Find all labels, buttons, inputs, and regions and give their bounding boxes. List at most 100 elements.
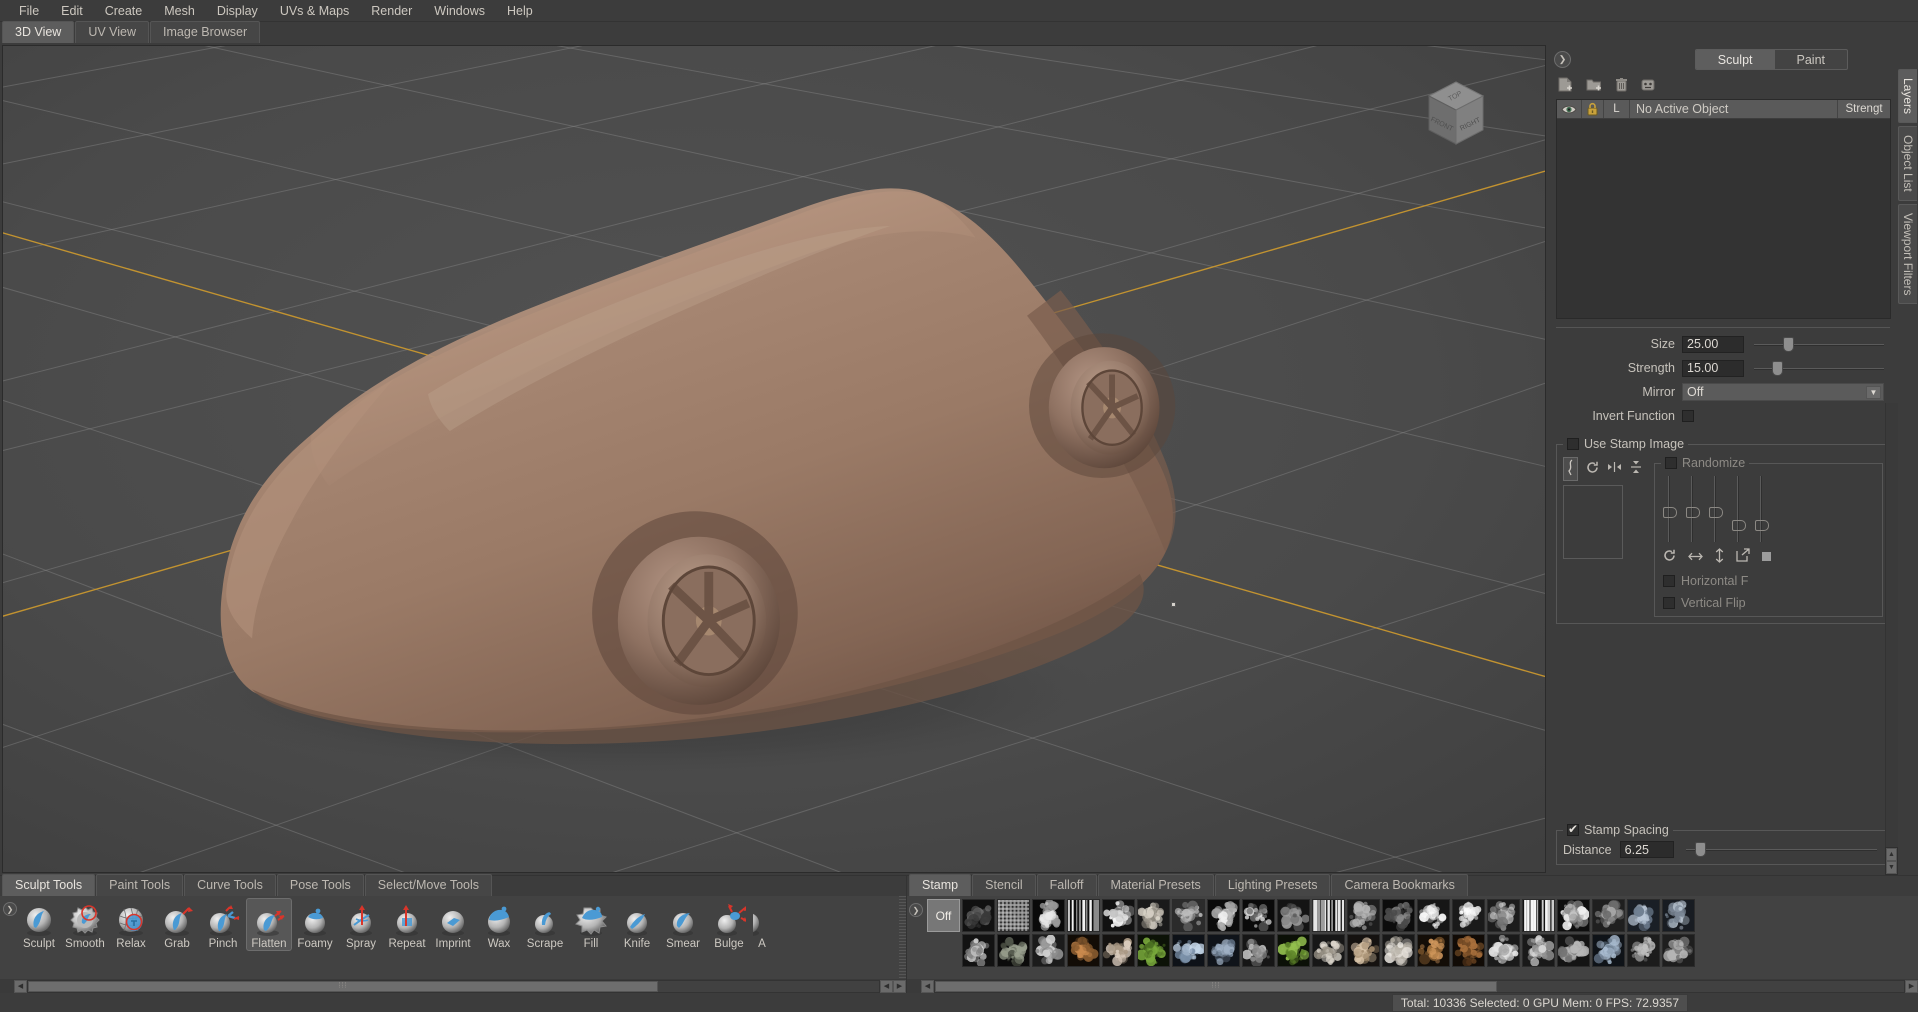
- size-input[interactable]: [1682, 335, 1744, 353]
- stamp-thumbnail[interactable]: [962, 899, 995, 932]
- layer-name[interactable]: No Active Object: [1630, 100, 1838, 118]
- randomize-horizontal-slider[interactable]: [1686, 475, 1700, 542]
- mode-sculpt-button[interactable]: Sculpt: [1695, 50, 1775, 69]
- strength-input[interactable]: [1682, 359, 1744, 377]
- tab-uv-view[interactable]: UV View: [75, 21, 150, 43]
- mask-icon[interactable]: [1641, 77, 1655, 93]
- tab-falloff[interactable]: Falloff: [1036, 874, 1097, 896]
- menu-item-edit[interactable]: Edit: [50, 0, 94, 22]
- tab-curve-tools[interactable]: Curve Tools: [184, 874, 276, 896]
- right-dock-scrollbar[interactable]: ▲ ▼: [1885, 403, 1898, 875]
- stamp-thumbnail[interactable]: [1347, 934, 1380, 967]
- distance-slider[interactable]: [1685, 841, 1877, 858]
- tool-knife[interactable]: Knife: [614, 898, 660, 951]
- invert-function-checkbox[interactable]: [1682, 410, 1694, 422]
- randomize-rotation-slider[interactable]: [1663, 475, 1677, 542]
- horizontal-flip-checkbox[interactable]: [1663, 574, 1675, 587]
- menu-item-windows[interactable]: Windows: [423, 0, 496, 22]
- stamp-thumbnail[interactable]: [1277, 934, 1310, 967]
- stamp-thumbnail[interactable]: [1487, 934, 1520, 967]
- 3d-viewport[interactable]: TOP FRONT RIGHT: [2, 45, 1546, 873]
- size-slider[interactable]: [1754, 336, 1884, 353]
- randomize-scale-slider[interactable]: [1732, 475, 1746, 542]
- tool-smooth[interactable]: Smooth: [62, 898, 108, 951]
- collapse-toolshelf-icon[interactable]: ❯: [3, 902, 17, 916]
- scroll-left-button-2[interactable]: ◀: [880, 979, 893, 993]
- stamp-thumbnail[interactable]: [1172, 934, 1205, 967]
- chevron-down-icon[interactable]: ▼: [1866, 386, 1881, 399]
- stamp-thumbnail[interactable]: [1137, 899, 1170, 932]
- vtab-layers[interactable]: Layers: [1898, 69, 1917, 124]
- collapse-panel-icon[interactable]: ❯: [1554, 51, 1571, 68]
- menu-item-display[interactable]: Display: [206, 0, 269, 22]
- stamp-thumbnail[interactable]: [1452, 899, 1485, 932]
- toolshelf-scrollbar[interactable]: ◀ ⁞⁞⁞ ◀ ▶: [0, 979, 906, 993]
- stamp-thumbnail[interactable]: [1207, 934, 1240, 967]
- tool-imprint[interactable]: Imprint: [430, 898, 476, 951]
- tab-sculpt-tools[interactable]: Sculpt Tools: [2, 874, 96, 896]
- menu-item-uvs-maps[interactable]: UVs & Maps: [269, 0, 360, 22]
- layers-list[interactable]: L No Active Object Strengt: [1556, 99, 1891, 319]
- stamp-thumbnail[interactable]: [1522, 934, 1555, 967]
- stamp-scrollbar[interactable]: ◀ ⁞⁞⁞ ▶: [907, 979, 1918, 993]
- vtab-viewport-filters[interactable]: Viewport Filters: [1898, 203, 1917, 305]
- tool-bulge[interactable]: Bulge: [706, 898, 752, 951]
- scroll-left-button[interactable]: ◀: [14, 979, 27, 993]
- tool-smear[interactable]: Smear: [660, 898, 706, 951]
- stamp-thumbnail[interactable]: [1662, 934, 1695, 967]
- new-layer-icon[interactable]: [1558, 77, 1573, 93]
- distance-input[interactable]: [1619, 841, 1674, 858]
- toolshelf-grip[interactable]: [899, 896, 906, 979]
- new-folder-icon[interactable]: [1586, 77, 1602, 93]
- scroll-up-button[interactable]: ▲: [1886, 848, 1897, 861]
- menu-item-help[interactable]: Help: [496, 0, 544, 22]
- tool-airbrush[interactable]: A: [752, 898, 772, 951]
- stamp-scroll-thumb[interactable]: ⁞⁞⁞: [935, 980, 1498, 992]
- stamp-thumbnail[interactable]: [1172, 899, 1205, 932]
- tool-flatten[interactable]: Flatten: [246, 898, 292, 951]
- stamp-thumbnail[interactable]: [1312, 899, 1345, 932]
- stamp-thumbnail[interactable]: [1382, 899, 1415, 932]
- randomize-vertical-slider[interactable]: [1709, 475, 1723, 542]
- stamp-off-button[interactable]: Off: [927, 899, 960, 932]
- stamp-thumbnail[interactable]: [1557, 934, 1590, 967]
- stamp-scroll-right-button[interactable]: ▶: [1905, 979, 1918, 993]
- tool-wax[interactable]: Wax: [476, 898, 522, 951]
- scroll-down-button[interactable]: ▼: [1886, 861, 1897, 874]
- stamp-thumbnail[interactable]: [1487, 899, 1520, 932]
- scroll-right-button[interactable]: ▶: [893, 979, 906, 993]
- stamp-thumbnail[interactable]: [1242, 899, 1275, 932]
- navigation-cube[interactable]: TOP FRONT RIGHT: [1419, 76, 1493, 154]
- tool-relax[interactable]: Relax: [108, 898, 154, 951]
- stamp-thumbnail[interactable]: [1102, 899, 1135, 932]
- tab-select-move-tools[interactable]: Select/Move Tools: [364, 874, 493, 896]
- stamp-thumbnail[interactable]: [962, 934, 995, 967]
- eye-icon[interactable]: [1557, 100, 1582, 118]
- stamp-thumbnail[interactable]: [1137, 934, 1170, 967]
- stamp-thumbnail[interactable]: [1312, 934, 1345, 967]
- stamp-image-preview[interactable]: [1563, 484, 1623, 559]
- menu-item-create[interactable]: Create: [94, 0, 154, 22]
- stamp-thumbnail[interactable]: [1662, 899, 1695, 932]
- scroll-thumb[interactable]: ⁞⁞⁞: [28, 980, 658, 992]
- stamp-thumbnail[interactable]: [1522, 899, 1555, 932]
- tool-spray[interactable]: Spray: [338, 898, 384, 951]
- stamp-thumbnail[interactable]: [1242, 934, 1275, 967]
- tab-stamp[interactable]: Stamp: [909, 874, 972, 896]
- tool-repeat[interactable]: Repeat: [384, 898, 430, 951]
- rotate-icon[interactable]: [1663, 549, 1676, 565]
- use-stamp-image-checkbox[interactable]: [1567, 437, 1579, 450]
- tool-grab[interactable]: Grab: [154, 898, 200, 951]
- stamp-thumbnail[interactable]: [1067, 934, 1100, 967]
- arrows-vertical-icon[interactable]: [1715, 547, 1724, 566]
- stamp-thumbnail[interactable]: [1067, 899, 1100, 932]
- tab-paint-tools[interactable]: Paint Tools: [96, 874, 184, 896]
- stamp-thumbnail[interactable]: [997, 899, 1030, 932]
- flip-vertical-icon[interactable]: [1630, 460, 1642, 477]
- stamp-thumbnail[interactable]: [1032, 934, 1065, 967]
- vtab-object-list[interactable]: Object List: [1898, 126, 1917, 201]
- randomize-intensity-slider[interactable]: [1755, 475, 1769, 542]
- tab-material-presets[interactable]: Material Presets: [1097, 874, 1214, 896]
- layer-row[interactable]: L No Active Object Strengt: [1557, 100, 1890, 119]
- tab-3d-view[interactable]: 3D View: [2, 21, 75, 43]
